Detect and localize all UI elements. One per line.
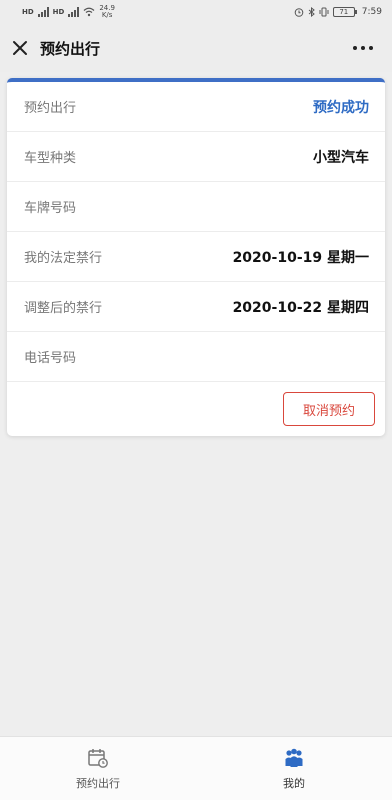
- reservation-card: 预约出行 预约成功 车型种类 小型汽车 车牌号码 我的法定禁行 2020-10-…: [7, 78, 385, 436]
- detail-label: 调整后的禁行: [24, 301, 103, 316]
- detail-row-status: 预约出行 预约成功: [7, 82, 385, 132]
- signal-icon-2: [68, 7, 80, 17]
- detail-label: 车型种类: [24, 151, 77, 166]
- network-speed: 24.9 K/s: [99, 5, 115, 19]
- cancel-reservation-button[interactable]: 取消预约: [283, 392, 375, 426]
- detail-label: 电话号码: [24, 351, 77, 366]
- detail-row-phone: 电话号码: [7, 332, 385, 382]
- alarm-icon: [294, 8, 304, 17]
- reservation-status: 预约成功: [313, 99, 369, 116]
- detail-row-legal-restriction: 我的法定禁行 2020-10-19 星期一: [7, 232, 385, 282]
- status-right: 71 7:59: [294, 7, 382, 17]
- detail-label: 车牌号码: [24, 201, 77, 216]
- close-icon: [13, 41, 27, 55]
- speed-unit: K/s: [101, 11, 113, 19]
- network-type-1: HD: [22, 8, 34, 16]
- clock: 7:59: [361, 7, 382, 17]
- detail-row-plate-number: 车牌号码: [7, 182, 385, 232]
- signal-icon: [37, 7, 49, 17]
- nav-bar: 预约出行: [0, 24, 392, 72]
- battery-level: 71: [339, 8, 349, 16]
- legal-restriction-date: 2020-10-19 星期一: [232, 249, 369, 266]
- tab-label: 预约出行: [76, 776, 120, 790]
- network-type-2: HD: [52, 8, 65, 16]
- detail-label: 预约出行: [24, 101, 77, 116]
- bluetooth-icon: [308, 7, 315, 17]
- more-menu-button[interactable]: [348, 36, 378, 60]
- status-bar: HD HD 24.9 K/s 71 7:59: [0, 0, 392, 24]
- detail-row-vehicle-type: 车型种类 小型汽车: [7, 132, 385, 182]
- adjusted-restriction-date: 2020-10-22 星期四: [232, 299, 369, 316]
- status-left: HD HD 24.9 K/s: [22, 5, 115, 19]
- detail-label: 我的法定禁行: [24, 251, 103, 266]
- more-dot: [361, 46, 365, 50]
- page-title: 预约出行: [40, 39, 101, 58]
- tab-mine[interactable]: 我的: [196, 737, 392, 800]
- vehicle-type-value: 小型汽车: [313, 149, 369, 166]
- card-actions: 取消预约: [7, 382, 385, 436]
- more-dot: [369, 46, 373, 50]
- close-button[interactable]: [0, 24, 40, 72]
- tab-reservation[interactable]: 预约出行: [0, 737, 196, 800]
- vibrate-icon: [319, 7, 329, 17]
- more-dot: [353, 46, 357, 50]
- bottom-tab-bar: 预约出行 我的: [0, 736, 392, 800]
- tab-label: 我的: [283, 776, 305, 790]
- people-icon: [285, 748, 303, 767]
- detail-row-adjusted-restriction: 调整后的禁行 2020-10-22 星期四: [7, 282, 385, 332]
- wifi-icon: [83, 7, 95, 17]
- battery-icon: 71: [332, 7, 357, 17]
- calendar-icon: [88, 748, 108, 768]
